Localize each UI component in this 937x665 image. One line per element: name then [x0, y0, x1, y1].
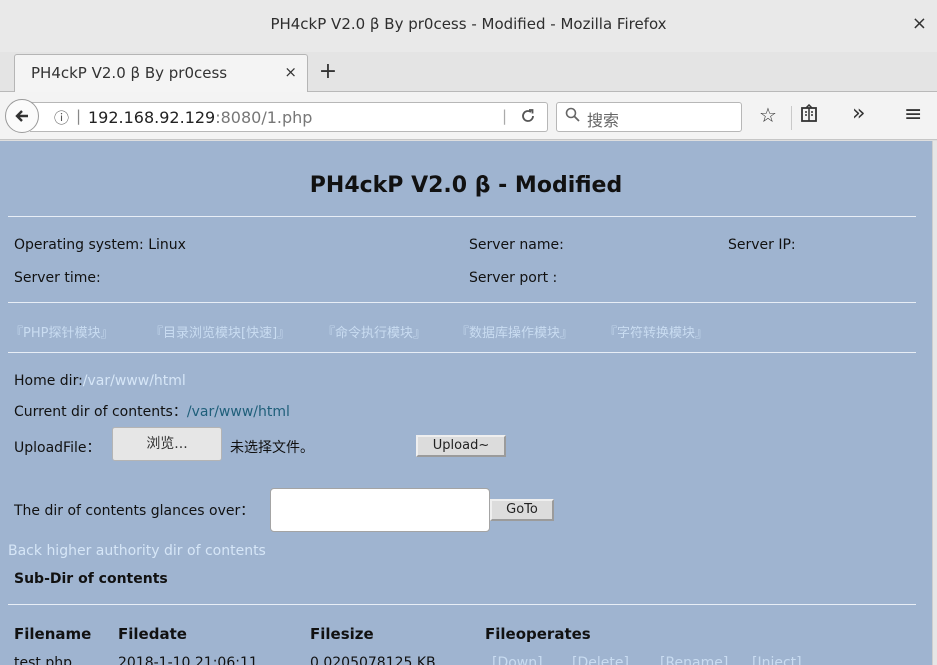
- upload-label: UploadFile：: [14, 440, 101, 456]
- url-port-path: :8080/1.php: [215, 108, 313, 127]
- home-dir-label: Home dir:: [14, 373, 83, 389]
- dir-path-input[interactable]: [270, 488, 490, 532]
- nav-link-php-probe[interactable]: 『PHP探针模块』: [10, 322, 113, 341]
- op-rename-link[interactable]: [Rename]: [660, 655, 728, 665]
- server-time-label: Server time:: [14, 270, 101, 286]
- nav-link-command-exec[interactable]: 『命令执行模块』: [322, 322, 426, 341]
- page-title: PH4ckP V2.0 β - Modified: [309, 173, 623, 198]
- tab-title: PH4ckP V2.0 β By pr0cess: [31, 64, 228, 82]
- toolbar-divider: [791, 106, 792, 130]
- col-header-fileoperates: Fileoperates: [485, 625, 591, 643]
- col-header-filename: Filename: [14, 625, 92, 643]
- divider: [8, 604, 916, 605]
- search-icon: [565, 107, 580, 126]
- goto-button[interactable]: GoTo: [490, 499, 554, 521]
- library-icon[interactable]: [800, 103, 818, 129]
- tab-strip: PH4ckP V2.0 β By pr0cess × +: [0, 52, 937, 92]
- tab-close-icon[interactable]: ×: [284, 63, 297, 81]
- reload-icon[interactable]: [520, 108, 536, 128]
- browser-tab[interactable]: PH4ckP V2.0 β By pr0cess ×: [14, 54, 308, 92]
- navigation-bar: ⓘ | 192.168.92.129:8080/1.php | 搜索: [0, 92, 937, 140]
- window-title: PH4ckP V2.0 β By pr0cess - Modified - Mo…: [270, 15, 667, 33]
- current-dir-row: Current dir of contents：/var/www/html: [14, 401, 290, 421]
- op-delete-link[interactable]: [Delete]: [572, 655, 629, 665]
- server-ip-label: Server IP:: [728, 237, 796, 253]
- divider: [8, 216, 916, 217]
- url-separator: |: [502, 107, 508, 125]
- back-arrow-icon[interactable]: [5, 99, 39, 133]
- page-content: PH4ckP V2.0 β - Modified Operating syste…: [0, 141, 932, 665]
- browse-button[interactable]: 浏览...: [112, 427, 222, 461]
- op-download-link[interactable]: [Down]: [492, 655, 543, 665]
- current-dir-label: Current dir of contents：: [14, 404, 187, 420]
- vertical-scrollbar[interactable]: [932, 141, 937, 665]
- divider: [8, 302, 916, 303]
- upload-button[interactable]: Upload~: [416, 435, 506, 457]
- server-port-label: Server port :: [469, 270, 558, 286]
- search-placeholder: 搜索: [587, 111, 620, 130]
- divider: [8, 352, 916, 353]
- col-header-filedate: Filedate: [118, 625, 187, 643]
- bookmark-star-icon[interactable]: ☆: [759, 103, 777, 127]
- hamburger-menu-icon[interactable]: ≡: [904, 102, 922, 127]
- overflow-chevron-icon[interactable]: »: [852, 101, 865, 126]
- subdir-heading: Sub-Dir of contents: [14, 571, 168, 587]
- current-dir-link[interactable]: /var/www/html: [187, 404, 290, 420]
- col-header-filesize: Filesize: [310, 625, 374, 643]
- glance-label: The dir of contents glances over：: [14, 503, 255, 519]
- window-titlebar: PH4ckP V2.0 β By pr0cess - Modified - Mo…: [0, 0, 937, 52]
- nav-link-database[interactable]: 『数据库操作模块』: [456, 322, 573, 341]
- url-text[interactable]: 192.168.92.129:8080/1.php: [88, 108, 312, 127]
- url-host: 192.168.92.129: [88, 108, 216, 127]
- url-separator: |: [76, 107, 82, 125]
- window-close-icon[interactable]: ×: [912, 13, 927, 34]
- file-date: 2018-1-10 21:06:11: [118, 655, 258, 665]
- server-name-label: Server name:: [469, 237, 564, 253]
- back-higher-link[interactable]: Back higher authority dir of contents: [8, 543, 266, 559]
- url-bar[interactable]: ⓘ | 192.168.92.129:8080/1.php |: [30, 102, 548, 132]
- file-name[interactable]: test.php: [14, 655, 72, 665]
- op-inject-link[interactable]: [Inject]: [752, 655, 802, 665]
- info-icon[interactable]: ⓘ: [54, 107, 69, 128]
- nav-link-dir-browse[interactable]: 『目录浏览模块[快速]』: [150, 322, 290, 341]
- nav-link-char-convert[interactable]: 『字符转换模块』: [604, 322, 708, 341]
- os-info: Operating system: Linux: [14, 237, 186, 253]
- home-dir-row: Home dir:/var/www/html: [14, 373, 186, 389]
- no-file-text: 未选择文件。: [230, 440, 314, 456]
- search-input[interactable]: 搜索: [556, 102, 742, 132]
- home-dir-link[interactable]: /var/www/html: [83, 373, 186, 389]
- file-size: 0.0205078125 KB: [310, 655, 436, 665]
- new-tab-icon[interactable]: +: [311, 55, 345, 89]
